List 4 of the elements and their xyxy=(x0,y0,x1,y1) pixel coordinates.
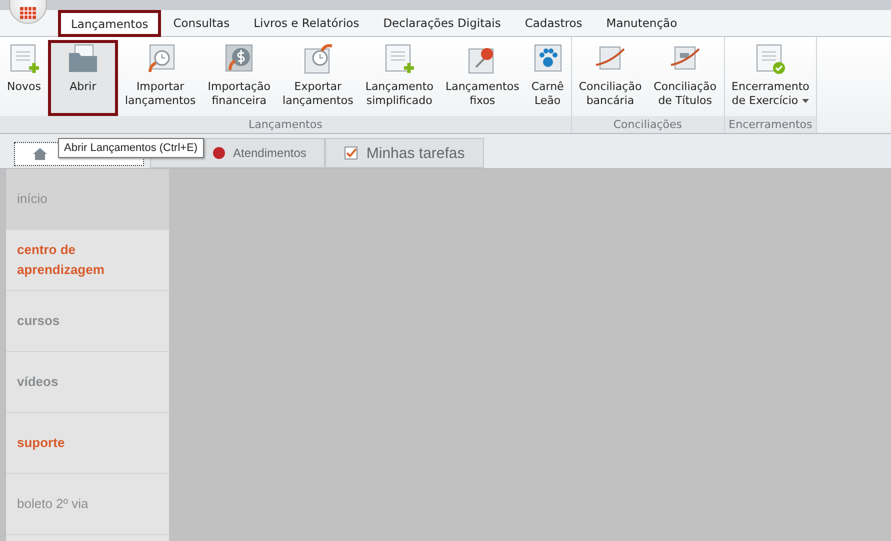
group-label: Conciliações xyxy=(572,116,724,133)
group-label: Encerramentos xyxy=(724,116,816,133)
tooltip: Abrir Lançamentos (Ctrl+E) xyxy=(58,138,204,158)
group-label: Lançamentos xyxy=(0,116,571,133)
